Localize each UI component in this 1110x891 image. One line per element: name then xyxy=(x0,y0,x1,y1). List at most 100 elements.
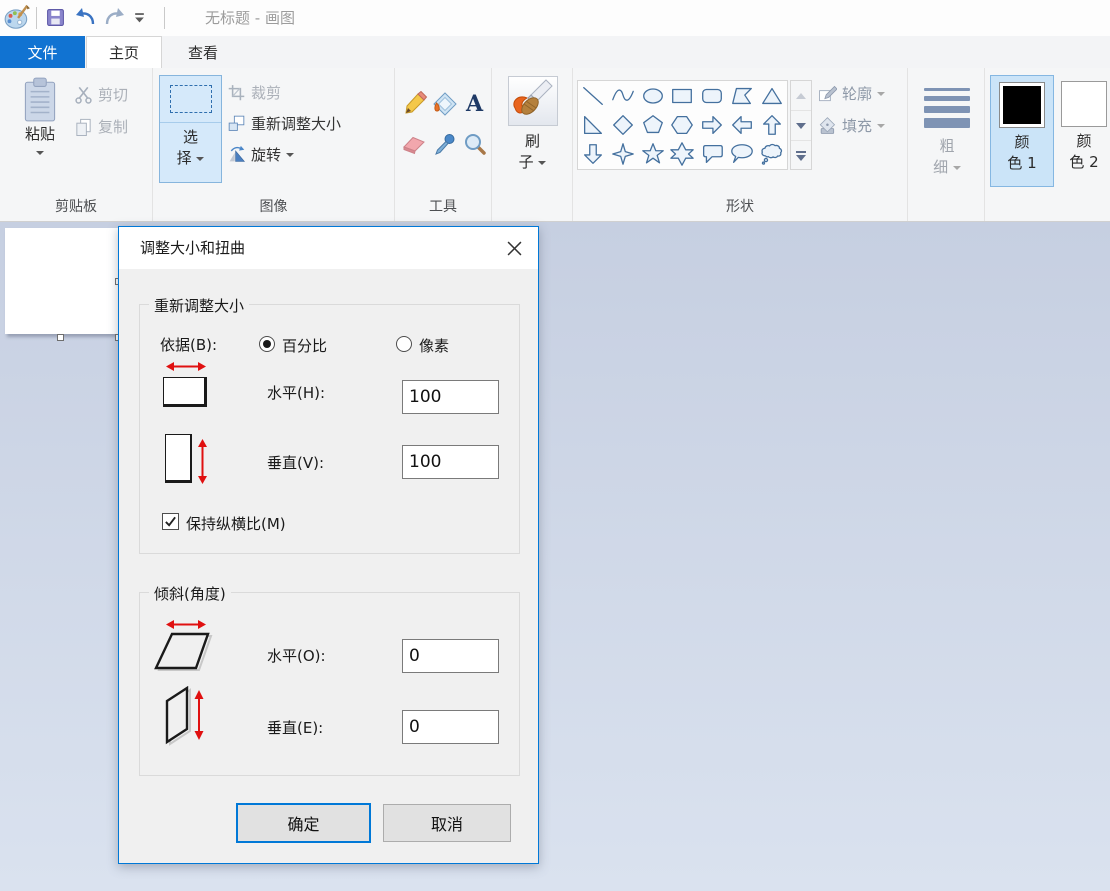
rotate-icon xyxy=(227,145,246,164)
brush-icon xyxy=(510,78,556,124)
shape-star-6-icon[interactable] xyxy=(668,140,698,169)
expand-bar-icon xyxy=(796,151,806,153)
paste-button[interactable]: 粘贴 xyxy=(12,76,68,194)
size-label-line2: 细 xyxy=(933,157,961,178)
vertical-arrow-icon xyxy=(196,439,209,484)
horizontal-arrow-icon xyxy=(166,360,206,373)
fill-label: 填充 xyxy=(842,115,872,136)
color1-button[interactable]: 颜 色 1 xyxy=(990,75,1054,187)
qat-separator xyxy=(36,7,37,29)
shape-callout-cloud-icon[interactable] xyxy=(757,140,787,169)
text-tool-icon[interactable]: A xyxy=(461,90,488,117)
ok-button[interactable]: 确定 xyxy=(236,803,371,843)
shape-callout-rounded-icon[interactable] xyxy=(697,140,727,169)
drawing-canvas[interactable] xyxy=(5,228,118,334)
resize-groupbox: 重新调整大小 依据(B): 百分比 像素 水平(H): 垂直(V): 保持纵横比… xyxy=(139,304,520,554)
shape-rectangle-icon[interactable] xyxy=(668,81,698,110)
brushes-button[interactable]: 刷 子 xyxy=(502,76,563,188)
eraser-tool-icon[interactable] xyxy=(401,130,428,157)
select-dropdown-icon xyxy=(196,157,204,161)
qat-customize-icon[interactable] xyxy=(133,11,146,24)
shape-ellipse-icon[interactable] xyxy=(638,81,668,110)
resize-horizontal-input[interactable] xyxy=(402,380,499,414)
line-thickness-icon xyxy=(924,88,970,128)
resize-button[interactable]: 重新调整大小 xyxy=(227,113,341,134)
fill-tool-icon[interactable] xyxy=(431,90,458,117)
shape-arrow-left-icon[interactable] xyxy=(727,110,757,139)
color2-label-line2: 色 2 xyxy=(1069,152,1098,173)
shape-line-icon[interactable] xyxy=(578,81,608,110)
shape-star-4-icon[interactable] xyxy=(608,140,638,169)
cut-button[interactable]: 剪切 xyxy=(74,84,128,105)
vertical-skew-pictogram xyxy=(159,686,215,746)
brushes-label-line1: 刷 xyxy=(525,131,540,152)
canvas-resize-handle-bottom[interactable] xyxy=(57,334,64,341)
horizontal-resize-pictogram xyxy=(163,377,207,407)
maintain-aspect-checkbox[interactable] xyxy=(162,513,179,530)
tab-file[interactable]: 文件 xyxy=(0,36,85,68)
undo-icon[interactable] xyxy=(74,7,98,27)
magnifier-tool-icon[interactable] xyxy=(461,130,488,157)
shape-star-5-icon[interactable] xyxy=(638,140,668,169)
tools-group-label: 工具 xyxy=(395,196,491,216)
skew-group-legend: 倾斜(角度) xyxy=(149,583,231,604)
shape-pentagon-icon[interactable] xyxy=(638,110,668,139)
brush-preview-frame xyxy=(508,76,558,126)
shape-arrow-up-icon[interactable] xyxy=(757,110,787,139)
close-icon xyxy=(507,241,522,256)
paint-logo-icon xyxy=(3,4,31,32)
cancel-button[interactable]: 取消 xyxy=(383,804,511,842)
tab-home[interactable]: 主页 xyxy=(86,36,162,68)
shapes-expand-button[interactable] xyxy=(791,141,811,170)
resize-horizontal-label: 水平(H): xyxy=(267,382,325,403)
shapes-scroll-down-button[interactable] xyxy=(791,111,811,141)
shape-polygon-icon[interactable] xyxy=(727,81,757,110)
pixels-radio[interactable] xyxy=(396,336,412,352)
ribbon-tabs: 文件 主页 查看 xyxy=(0,36,1110,68)
skew-horizontal-input[interactable] xyxy=(402,639,499,673)
crop-button[interactable]: 裁剪 xyxy=(227,82,281,103)
shape-arrow-right-icon[interactable] xyxy=(697,110,727,139)
scroll-down-icon xyxy=(796,123,806,129)
outline-button[interactable]: 轮廓 xyxy=(817,83,885,104)
titlebar: 无标题 - 画图 xyxy=(0,0,1110,36)
tab-view[interactable]: 查看 xyxy=(166,36,240,68)
select-button[interactable]: 选 择 xyxy=(159,75,222,183)
shape-arrow-down-icon[interactable] xyxy=(578,140,608,169)
shape-hexagon-icon[interactable] xyxy=(668,110,698,139)
shape-fill-button[interactable]: 填充 xyxy=(817,115,885,136)
pencil-tool-icon[interactable] xyxy=(401,90,428,117)
skew-vertical-input[interactable] xyxy=(402,710,499,744)
color1-swatch xyxy=(999,82,1045,128)
percent-radio[interactable] xyxy=(259,336,275,352)
group-brushes: 刷 子 xyxy=(492,68,573,221)
resize-vertical-input[interactable] xyxy=(402,445,499,479)
shape-rounded-rectangle-icon[interactable] xyxy=(697,81,727,110)
window-title: 无标题 - 画图 xyxy=(205,7,295,28)
rotate-button[interactable]: 旋转 xyxy=(227,144,294,165)
redo-icon[interactable] xyxy=(102,7,126,27)
color2-button[interactable]: 颜 色 2 xyxy=(1058,75,1110,187)
shapes-scroll-up-button[interactable] xyxy=(791,81,811,111)
checkmark-icon xyxy=(164,515,177,528)
save-icon[interactable] xyxy=(46,8,65,27)
shape-callout-oval-icon[interactable] xyxy=(727,140,757,169)
color-picker-tool-icon[interactable] xyxy=(431,130,458,157)
size-button[interactable]: 粗 细 xyxy=(916,80,978,192)
copy-button[interactable]: 复制 xyxy=(74,116,128,137)
shape-triangle-icon[interactable] xyxy=(757,81,787,110)
shape-curve-icon[interactable] xyxy=(608,81,638,110)
dialog-title: 调整大小和扭曲 xyxy=(140,237,245,258)
fill-style-icon xyxy=(817,116,837,136)
outline-label: 轮廓 xyxy=(842,83,872,104)
clipboard-icon xyxy=(21,76,59,124)
resize-vertical-label: 垂直(V): xyxy=(267,452,324,473)
shape-right-triangle-icon[interactable] xyxy=(578,110,608,139)
ribbon: 粘贴 剪切 复制 剪贴板 选 择 xyxy=(0,68,1110,222)
select-label-line1: 选 xyxy=(183,127,198,148)
fill-dropdown-icon xyxy=(877,124,885,128)
dialog-close-button[interactable] xyxy=(502,236,526,260)
shape-diamond-icon[interactable] xyxy=(608,110,638,139)
select-rectangle-icon xyxy=(170,85,212,113)
shapes-group-label: 形状 xyxy=(573,196,907,216)
